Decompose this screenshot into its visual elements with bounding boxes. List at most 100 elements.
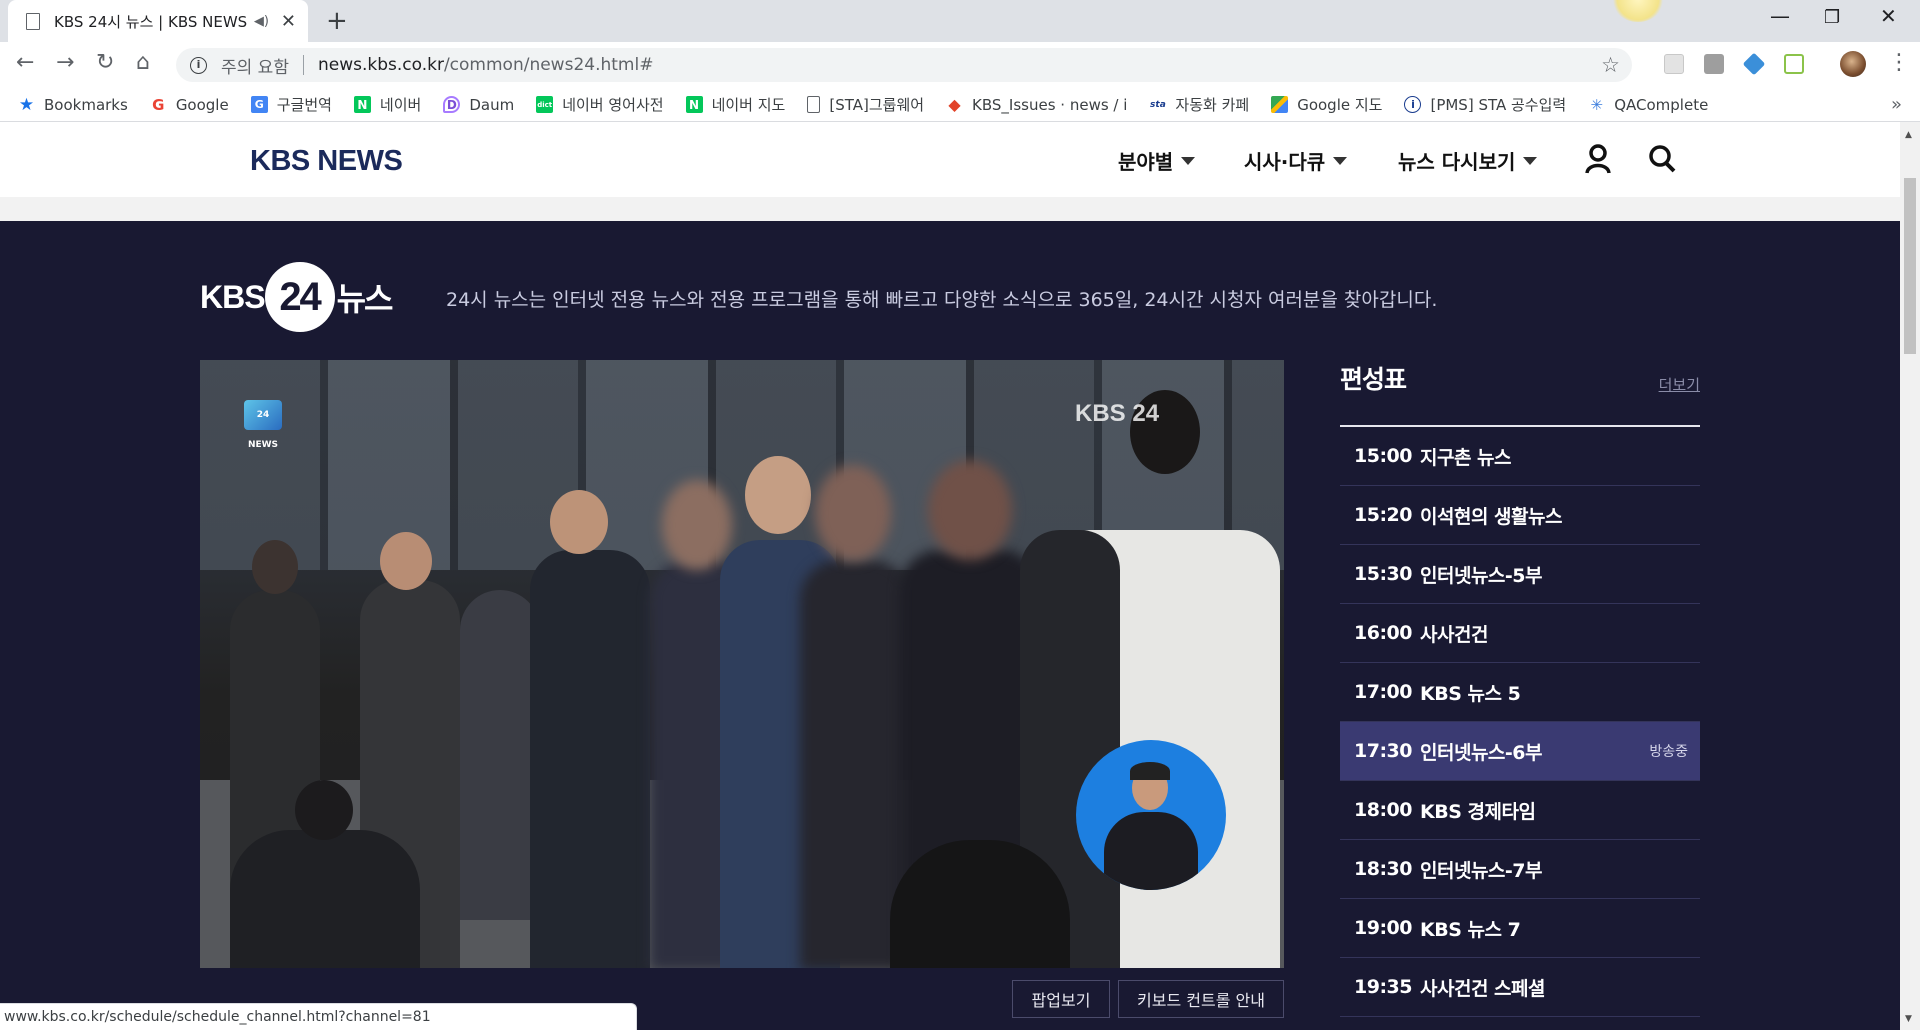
bookmark-naver-dict[interactable]: dict 네이버 영어사전 (536, 94, 664, 115)
address-bar[interactable]: i 주의 요함 news.kbs.co.kr /common/news24.ht… (176, 48, 1632, 82)
schedule-time: 17:30 (1354, 740, 1412, 762)
link-status-bar: www.kbs.co.kr/schedule/schedule_channel.… (0, 1003, 637, 1030)
schedule-panel: 편성표 더보기 15:00 지구촌 뉴스 15:20 이석현의 생활뉴스 15:… (1340, 360, 1700, 1017)
bookmark-sta-groupware[interactable]: [STA]그룹웨어 (807, 94, 924, 115)
nav-replay[interactable]: 뉴스 다시보기 (1398, 146, 1538, 175)
schedule-more-link[interactable]: 더보기 (1659, 374, 1700, 395)
bookmark-label: Google (175, 95, 229, 114)
user-icon[interactable] (1584, 144, 1612, 174)
bookmark-label: 자동화 카페 (1175, 96, 1250, 114)
security-warning[interactable]: 주의 요함 (221, 53, 289, 78)
restore-icon[interactable]: ❐ (1824, 7, 1840, 28)
schedule-program: 인터넷뉴스-6부 (1420, 741, 1543, 764)
scroll-down-icon[interactable]: ▼ (1905, 1014, 1912, 1024)
bookmark-label: [PMS] STA 공수입력 (1430, 96, 1567, 114)
schedule-row[interactable]: 15:00 지구촌 뉴스 (1340, 427, 1700, 486)
speaker-icon[interactable]: ◀︎) (254, 14, 269, 29)
video-player[interactable]: 24 NEWS KBS 24 (200, 360, 1284, 968)
video-figure (460, 590, 540, 920)
bookmark-naver-map[interactable]: N 네이버 지도 (685, 94, 785, 115)
schedule-time: 18:00 (1354, 799, 1412, 821)
extension-ladder-icon[interactable] (1784, 54, 1804, 74)
extension-arrow-icon[interactable] (1742, 52, 1766, 76)
video-figure (230, 830, 420, 968)
nav-label: 시사·다큐 (1244, 150, 1326, 174)
interpreter-body (1104, 812, 1198, 890)
nav-label: 분야별 (1118, 150, 1174, 174)
page-viewport: KBS NEWS 분야별 시사·다큐 뉴스 다시보기 KBS 24 뉴스 24시… (0, 122, 1900, 1030)
video-figure (550, 490, 608, 554)
bookmark-kbs-issues[interactable]: ◆ KBS_Issues · news / i (946, 95, 1127, 114)
bookmark-daum[interactable]: D Daum (443, 96, 514, 114)
schedule-program: 사사건건 (1420, 623, 1488, 646)
chevron-down-icon (1333, 156, 1348, 165)
bookmark-label: Google 지도 (1297, 96, 1383, 114)
window-close-icon[interactable]: ✕ (1880, 4, 1897, 28)
scrollbar-thumb[interactable] (1904, 178, 1916, 354)
info-icon[interactable]: i (190, 56, 207, 74)
schedule-row[interactable]: 15:20 이석현의 생활뉴스 (1340, 486, 1700, 545)
scroll-up-icon[interactable]: ▲ (1905, 130, 1912, 140)
popup-view-button[interactable]: 팝업보기 (1012, 980, 1110, 1018)
kbs-news-logo[interactable]: KBS NEWS (250, 145, 403, 178)
schedule-time: 16:00 (1354, 622, 1412, 644)
bookmark-bookmarks[interactable]: ★ Bookmarks (18, 95, 128, 115)
bookmark-label: 네이버 (379, 96, 422, 114)
back-icon[interactable]: ← (16, 50, 34, 75)
menu-icon[interactable]: ⋮ (1888, 50, 1910, 75)
nav-current-affairs[interactable]: 시사·다큐 (1244, 146, 1348, 175)
nav-category[interactable]: 분야별 (1118, 146, 1196, 175)
bookmark-star-icon[interactable]: ☆ (1601, 53, 1620, 77)
browser-tab[interactable]: KBS 24시 뉴스 | KBS NEWS ◀︎) ✕ (8, 0, 308, 42)
bookmark-google[interactable]: G Google (150, 96, 229, 114)
divider (302, 55, 304, 75)
bookmark-google-translate[interactable]: G 구글번역 (250, 94, 332, 115)
schedule-row[interactable]: 19:35 사사건건 스페셜 (1340, 958, 1700, 1017)
extension-ex-icon[interactable] (1704, 54, 1724, 74)
bookmark-automation-cafe[interactable]: sta 자동화 카페 (1149, 94, 1249, 115)
schedule-row[interactable]: 18:00 KBS 경제타임 (1340, 781, 1700, 840)
schedule-program: 지구촌 뉴스 (1420, 446, 1512, 469)
bookmark-label: QAComplete (1614, 95, 1709, 114)
bookmark-pms[interactable]: i [PMS] STA 공수입력 (1404, 94, 1566, 115)
page-icon (807, 96, 821, 113)
minimize-icon[interactable]: — (1770, 4, 1790, 28)
schedule-row[interactable]: 16:00 사사건건 (1340, 604, 1700, 663)
bookmark-label: [STA]그룹웨어 (829, 96, 925, 114)
bookmark-naver[interactable]: N 네이버 (353, 94, 422, 115)
bookmark-label: Bookmarks (44, 95, 128, 114)
video-figure (928, 460, 1012, 560)
schedule-time: 19:35 (1354, 976, 1412, 998)
schedule-row[interactable]: 18:30 인터넷뉴스-7부 (1340, 840, 1700, 899)
keyboard-guide-button[interactable]: 키보드 컨트롤 안내 (1118, 980, 1284, 1018)
more-bookmarks-icon[interactable]: » (1891, 94, 1902, 115)
bookmark-qacomplete[interactable]: ✳ QAComplete (1588, 96, 1708, 114)
url-path[interactable]: /common/news24.html# (444, 55, 654, 75)
chevron-down-icon (1181, 156, 1196, 165)
page-scrollbar[interactable]: ▲ ▼ (1900, 122, 1920, 1030)
home-icon[interactable]: ⌂ (136, 50, 150, 75)
extension-icon[interactable] (1664, 54, 1684, 74)
new-tab-button[interactable]: + (326, 6, 348, 36)
browser-toolbar: ← → ↻ ⌂ i 주의 요함 news.kbs.co.kr /common/n… (0, 42, 1920, 88)
schedule-row[interactable]: 15:30 인터넷뉴스-5부 (1340, 545, 1700, 604)
schedule-row-live[interactable]: 17:30 인터넷뉴스-6부 방송중 (1340, 722, 1700, 781)
forward-icon[interactable]: → (56, 50, 74, 75)
reload-icon[interactable]: ↻ (96, 50, 114, 75)
profile-avatar[interactable] (1840, 51, 1866, 77)
bookmark-google-maps[interactable]: Google 지도 (1271, 94, 1382, 115)
schedule-row[interactable]: 19:00 KBS 뉴스 7 (1340, 899, 1700, 958)
schedule-time: 15:00 (1354, 445, 1412, 467)
google-maps-icon (1271, 96, 1289, 113)
url-host[interactable]: news.kbs.co.kr (318, 55, 444, 75)
kbs24-watermark: KBS 24 (1075, 400, 1160, 427)
gitlab-icon: ◆ (948, 95, 961, 114)
brand-news: 뉴스 (336, 280, 394, 318)
interpreter-hair (1130, 762, 1170, 780)
close-tab-icon[interactable]: ✕ (281, 11, 296, 32)
bookmark-label: 네이버 영어사전 (562, 96, 664, 114)
brand-kbs: KBS (200, 278, 266, 315)
search-icon[interactable] (1648, 144, 1676, 174)
nav-label: 뉴스 다시보기 (1398, 150, 1516, 174)
schedule-row[interactable]: 17:00 KBS 뉴스 5 (1340, 663, 1700, 722)
